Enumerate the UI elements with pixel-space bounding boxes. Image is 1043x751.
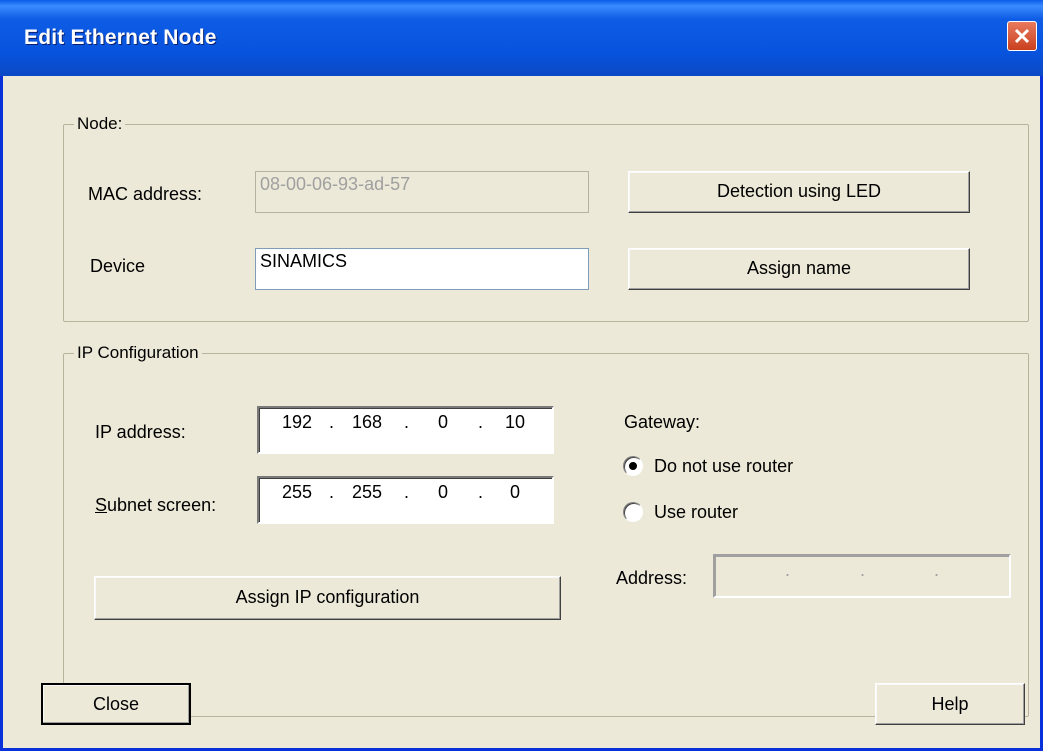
- ip-octet-2: 168: [351, 412, 383, 432]
- ip-octet-1: 192: [281, 412, 313, 432]
- device-name-field[interactable]: SINAMICS: [255, 248, 589, 290]
- use-router-radio[interactable]: [623, 502, 643, 522]
- dialog-window: Edit Ethernet Node Node: MAC address: 08…: [0, 0, 1043, 751]
- window-title: Edit Ethernet Node: [24, 26, 217, 49]
- assign-ip-config-button-label: Assign IP configuration: [235, 587, 420, 607]
- detection-led-button[interactable]: Detection using LED: [628, 171, 970, 213]
- title-bar[interactable]: Edit Ethernet Node: [0, 0, 1043, 76]
- do-not-use-router-label[interactable]: Do not use router: [654, 456, 793, 477]
- gateway-address-input: . . .: [713, 554, 1011, 598]
- ip-dot-3: .: [478, 412, 484, 432]
- subnet-mask-label-accelerator: S: [95, 495, 108, 515]
- help-button[interactable]: Help: [875, 683, 1025, 725]
- subnet-mask-label: Subnet screen:: [95, 495, 216, 516]
- subnet-octet-1: 255: [281, 482, 313, 502]
- subnet-octet-3: 0: [437, 482, 448, 502]
- close-button-label: Close: [92, 694, 140, 714]
- detection-led-button-label: Detection using LED: [716, 181, 882, 201]
- ip-octet-4: 10: [504, 412, 526, 432]
- subnet-mask-label-text: ubnet screen:: [107, 495, 217, 515]
- do-not-use-router-radio[interactable]: [623, 456, 643, 476]
- node-group-label: Node:: [74, 114, 126, 134]
- assign-ip-config-button[interactable]: Assign IP configuration: [94, 576, 561, 620]
- gateway-dot-3: .: [934, 560, 940, 580]
- gateway-dot-2: .: [860, 560, 866, 580]
- ip-address-input[interactable]: 192 . 168 . 0 . 10: [257, 406, 554, 454]
- radio-selected-dot: [629, 462, 637, 470]
- gateway-address-label: Address:: [616, 568, 688, 588]
- ip-config-group-label: IP Configuration: [74, 343, 202, 363]
- gateway-dot-1: .: [785, 560, 791, 580]
- gateway-label: Gateway:: [624, 412, 701, 432]
- node-group: Node:: [63, 114, 1029, 322]
- mac-address-label: MAC address:: [88, 184, 203, 204]
- close-button[interactable]: Close: [41, 683, 191, 725]
- mac-address-field: 08-00-06-93-ad-57: [255, 171, 589, 213]
- ip-octet-3: 0: [437, 412, 448, 432]
- subnet-dot-3: .: [478, 482, 484, 502]
- subnet-octet-4: 0: [509, 482, 520, 502]
- subnet-octet-2: 255: [351, 482, 383, 502]
- subnet-mask-input[interactable]: 255 . 255 . 0 . 0: [257, 476, 554, 524]
- use-router-label[interactable]: Use router: [654, 502, 738, 523]
- subnet-dot-1: .: [329, 482, 335, 502]
- ip-dot-1: .: [329, 412, 335, 432]
- subnet-dot-2: .: [404, 482, 410, 502]
- window-close-button[interactable]: [1007, 21, 1037, 51]
- dialog-body: Node: MAC address: 08-00-06-93-ad-57 Det…: [3, 76, 1040, 751]
- assign-name-button-label: Assign name: [746, 258, 852, 278]
- close-icon: [1014, 28, 1030, 44]
- device-label: Device: [90, 256, 146, 276]
- assign-name-button[interactable]: Assign name: [628, 248, 970, 290]
- help-button-label: Help: [931, 694, 969, 714]
- ip-dot-2: .: [404, 412, 410, 432]
- ip-address-label: IP address:: [95, 422, 186, 442]
